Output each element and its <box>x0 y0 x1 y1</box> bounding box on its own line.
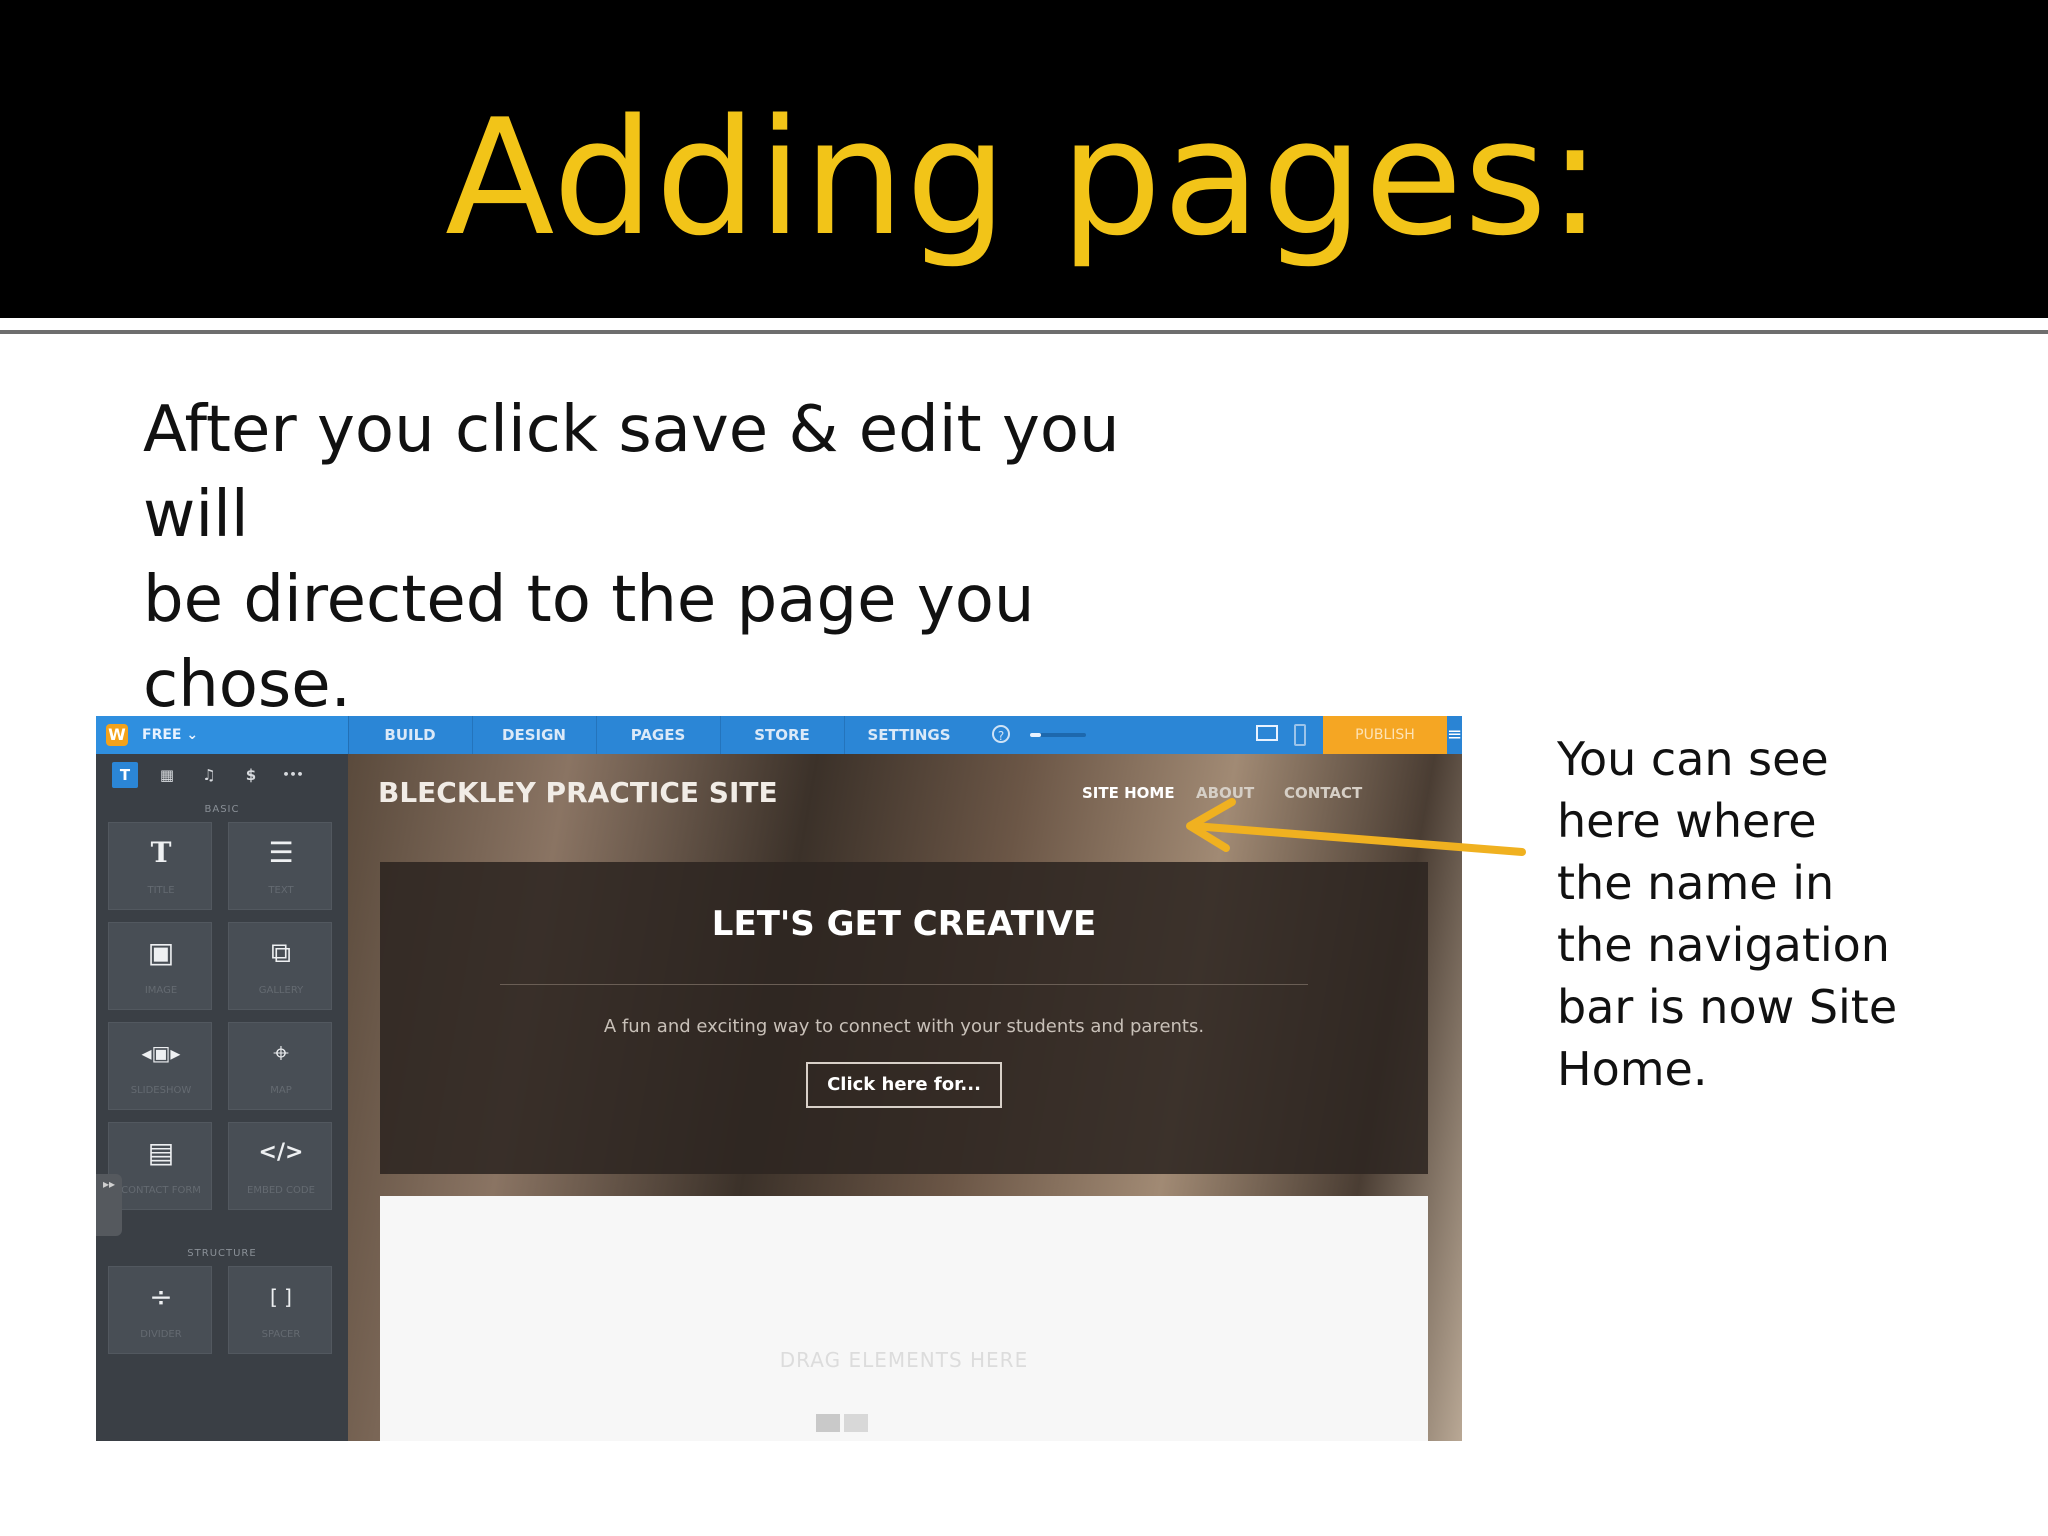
progress-bar <box>1030 733 1086 737</box>
element-tile-gallery[interactable]: ⧉ GALLERY <box>228 922 332 1010</box>
intro-line-2: be directed to the page you chose. <box>143 563 1035 722</box>
chevron-down-icon: ⌄ <box>186 727 199 743</box>
code-icon: </> <box>258 1140 304 1165</box>
progress-fill <box>1030 733 1042 737</box>
panel-tab-more[interactable]: ••• <box>280 762 306 788</box>
tile-label: EMBED CODE <box>247 1185 315 1196</box>
intro-line-1: After you click save & edit you will <box>143 393 1120 552</box>
panel-tab-text[interactable]: T <box>112 762 138 788</box>
element-tile-embed-code[interactable]: </> EMBED CODE <box>228 1122 332 1210</box>
callout-line: Home. <box>1557 1042 1708 1096</box>
title-icon: T <box>150 836 172 869</box>
panel-tab-commerce[interactable]: $ <box>238 762 264 788</box>
element-tile-divider[interactable]: ÷ DIVIDER <box>108 1266 212 1354</box>
tile-label: SPACER <box>261 1329 301 1340</box>
text-icon: ☰ <box>268 836 294 869</box>
menu-icon[interactable]: ≡ <box>1447 716 1462 754</box>
hero-title[interactable]: LET'S GET CREATIVE <box>380 904 1428 944</box>
tile-label: TITLE <box>147 885 175 896</box>
editor-topbar: W FREE ⌄ BUILD DESIGN PAGES STORE SETTIN… <box>96 716 1462 754</box>
site-nav-home[interactable]: SITE HOME <box>1082 784 1175 802</box>
tile-label: IMAGE <box>144 985 178 996</box>
pointer-arrow <box>1186 798 1526 856</box>
desktop-view-icon[interactable] <box>1256 725 1278 741</box>
panel-collapse-handle[interactable]: ▸▸ <box>96 1174 122 1236</box>
tile-label: CONTACT FORM <box>121 1185 201 1196</box>
element-tile-contact-form[interactable]: ▤ CONTACT FORM <box>108 1122 212 1210</box>
help-icon[interactable]: ? <box>992 725 1010 743</box>
arrow-shaft <box>1190 822 1526 856</box>
tab-pages[interactable]: PAGES <box>596 716 721 754</box>
callout-line: You can see <box>1557 732 1829 786</box>
spacer-icon: [ ] <box>270 1285 292 1309</box>
collapse-icon: ▸▸ <box>102 1177 116 1191</box>
mobile-view-icon[interactable] <box>1294 724 1306 746</box>
tile-label: SLIDESHOW <box>130 1085 192 1096</box>
drag-blocks-icon <box>816 1414 876 1434</box>
tab-build[interactable]: BUILD <box>348 716 473 754</box>
weebly-logo-icon: W <box>106 724 128 746</box>
contact-form-icon: ▤ <box>147 1136 175 1169</box>
drop-zone[interactable]: DRAG ELEMENTS HERE <box>380 1196 1428 1441</box>
divider-white <box>0 318 2048 328</box>
divider-gray <box>0 330 2048 334</box>
element-tile-spacer[interactable]: [ ] SPACER <box>228 1266 332 1354</box>
element-tile-image[interactable]: ▣ IMAGE <box>108 922 212 1010</box>
callout-line: bar is now Site <box>1557 980 1898 1034</box>
callout-text: You can see here where the name in the n… <box>1557 728 1977 1100</box>
site-title[interactable]: BLECKLEY PRACTICE SITE <box>378 776 778 809</box>
title-band: Adding pages: <box>0 0 2048 318</box>
tab-design[interactable]: DESIGN <box>472 716 597 754</box>
tile-label: TEXT <box>268 885 294 896</box>
tile-label: GALLERY <box>258 985 304 996</box>
drag-block <box>844 1414 868 1432</box>
tab-settings[interactable]: SETTINGS <box>844 716 974 754</box>
tile-label: MAP <box>270 1085 292 1096</box>
intro-text: After you click save & edit you will be … <box>143 388 1243 728</box>
element-tile-slideshow[interactable]: ◂▣▸ SLIDESHOW <box>108 1022 212 1110</box>
panel-tab-media[interactable]: ♫ <box>196 762 222 788</box>
gallery-icon: ⧉ <box>271 936 291 969</box>
tab-store[interactable]: STORE <box>720 716 845 754</box>
element-tile-map[interactable]: ⌖ MAP <box>228 1022 332 1110</box>
elements-panel: T ▦ ♫ $ ••• BASIC T TITLE ☰ TEXT ▣ IMAGE… <box>96 754 348 1441</box>
plan-dropdown[interactable]: FREE ⌄ <box>142 727 198 743</box>
slideshow-icon: ◂▣▸ <box>141 1041 181 1065</box>
element-tile-title[interactable]: T TITLE <box>108 822 212 910</box>
hero-section: LET'S GET CREATIVE A fun and exciting wa… <box>380 862 1428 1174</box>
image-icon: ▣ <box>147 936 175 969</box>
publish-button[interactable]: PUBLISH <box>1323 716 1447 754</box>
divider-icon: ÷ <box>149 1280 173 1313</box>
tile-label: DIVIDER <box>140 1329 182 1340</box>
callout-line: the name in <box>1557 856 1835 910</box>
map-icon: ⌖ <box>273 1036 289 1069</box>
callout-line: the navigation <box>1557 918 1890 972</box>
drag-placeholder: DRAG ELEMENTS HERE <box>779 1348 1029 1372</box>
callout-line: here where <box>1557 794 1817 848</box>
hero-button[interactable]: Click here for... <box>806 1062 1002 1108</box>
panel-tab-layout[interactable]: ▦ <box>154 762 180 788</box>
section-label-structure: STRUCTURE <box>187 1248 257 1259</box>
hero-subtitle[interactable]: A fun and exciting way to connect with y… <box>380 1016 1428 1037</box>
logo-area[interactable]: W FREE ⌄ <box>96 716 349 754</box>
section-label-basic: BASIC <box>204 804 240 815</box>
hero-divider <box>500 984 1308 985</box>
drag-block <box>816 1414 840 1432</box>
plan-label: FREE <box>142 727 182 743</box>
element-tile-text[interactable]: ☰ TEXT <box>228 822 332 910</box>
slide-title: Adding pages: <box>445 84 1603 271</box>
